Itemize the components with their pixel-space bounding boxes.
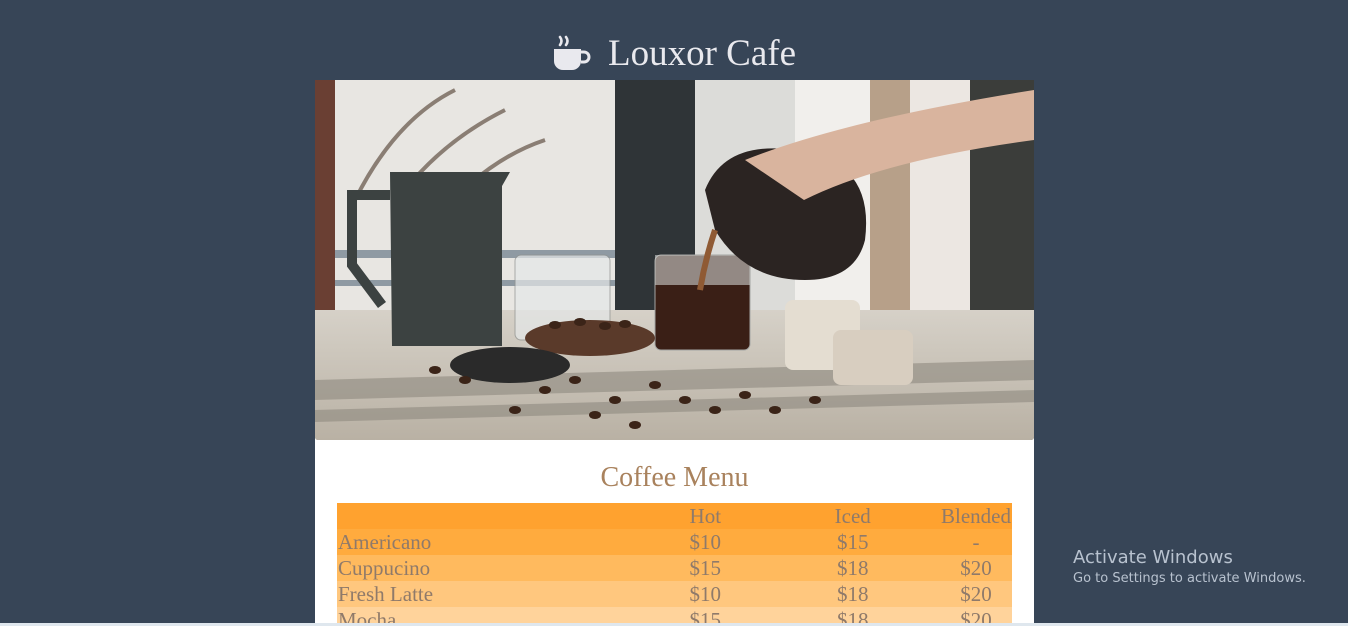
item-name: Fresh Latte — [338, 582, 434, 606]
site-header: Louxor Cafe — [0, 28, 1348, 78]
price-blended: $20 — [960, 582, 992, 606]
table-row: Americano $10 $15 - — [337, 529, 1012, 555]
table-row: Cuppucino $15 $18 $20 — [337, 555, 1012, 581]
activate-windows-watermark: Activate Windows Go to Settings to activ… — [1073, 547, 1306, 589]
price-blended: - — [972, 530, 980, 554]
price-hot: $10 — [689, 582, 722, 606]
price-iced: $18 — [836, 556, 869, 580]
column-header-name — [337, 503, 645, 529]
menu-card: Coffee Menu Hot Iced Blended Americano $… — [315, 80, 1034, 626]
column-header-iced: Iced — [834, 504, 871, 528]
table-row: Fresh Latte $10 $18 $20 — [337, 581, 1012, 607]
price-iced: $15 — [836, 530, 869, 554]
column-header-hot: Hot — [689, 504, 722, 528]
item-name: Cuppucino — [338, 556, 431, 580]
price-blended: $20 — [960, 556, 992, 580]
column-header-blended: Blended — [941, 504, 1011, 528]
site-title: Louxor Cafe — [607, 32, 797, 74]
watermark-subtitle: Go to Settings to activate Windows. — [1073, 571, 1306, 586]
item-name: Americano — [338, 530, 432, 554]
coffee-menu-table: Hot Iced Blended Americano $10 $15 - Cup… — [337, 503, 1012, 626]
coffee-cup-icon — [553, 35, 591, 70]
hero-image — [315, 80, 1034, 440]
menu-title: Coffee Menu — [600, 462, 749, 493]
table-header-row: Hot Iced Blended — [337, 503, 1012, 529]
price-hot: $15 — [689, 556, 722, 580]
price-hot: $10 — [689, 530, 722, 554]
watermark-title: Activate Windows — [1073, 547, 1233, 568]
price-iced: $18 — [836, 582, 869, 606]
